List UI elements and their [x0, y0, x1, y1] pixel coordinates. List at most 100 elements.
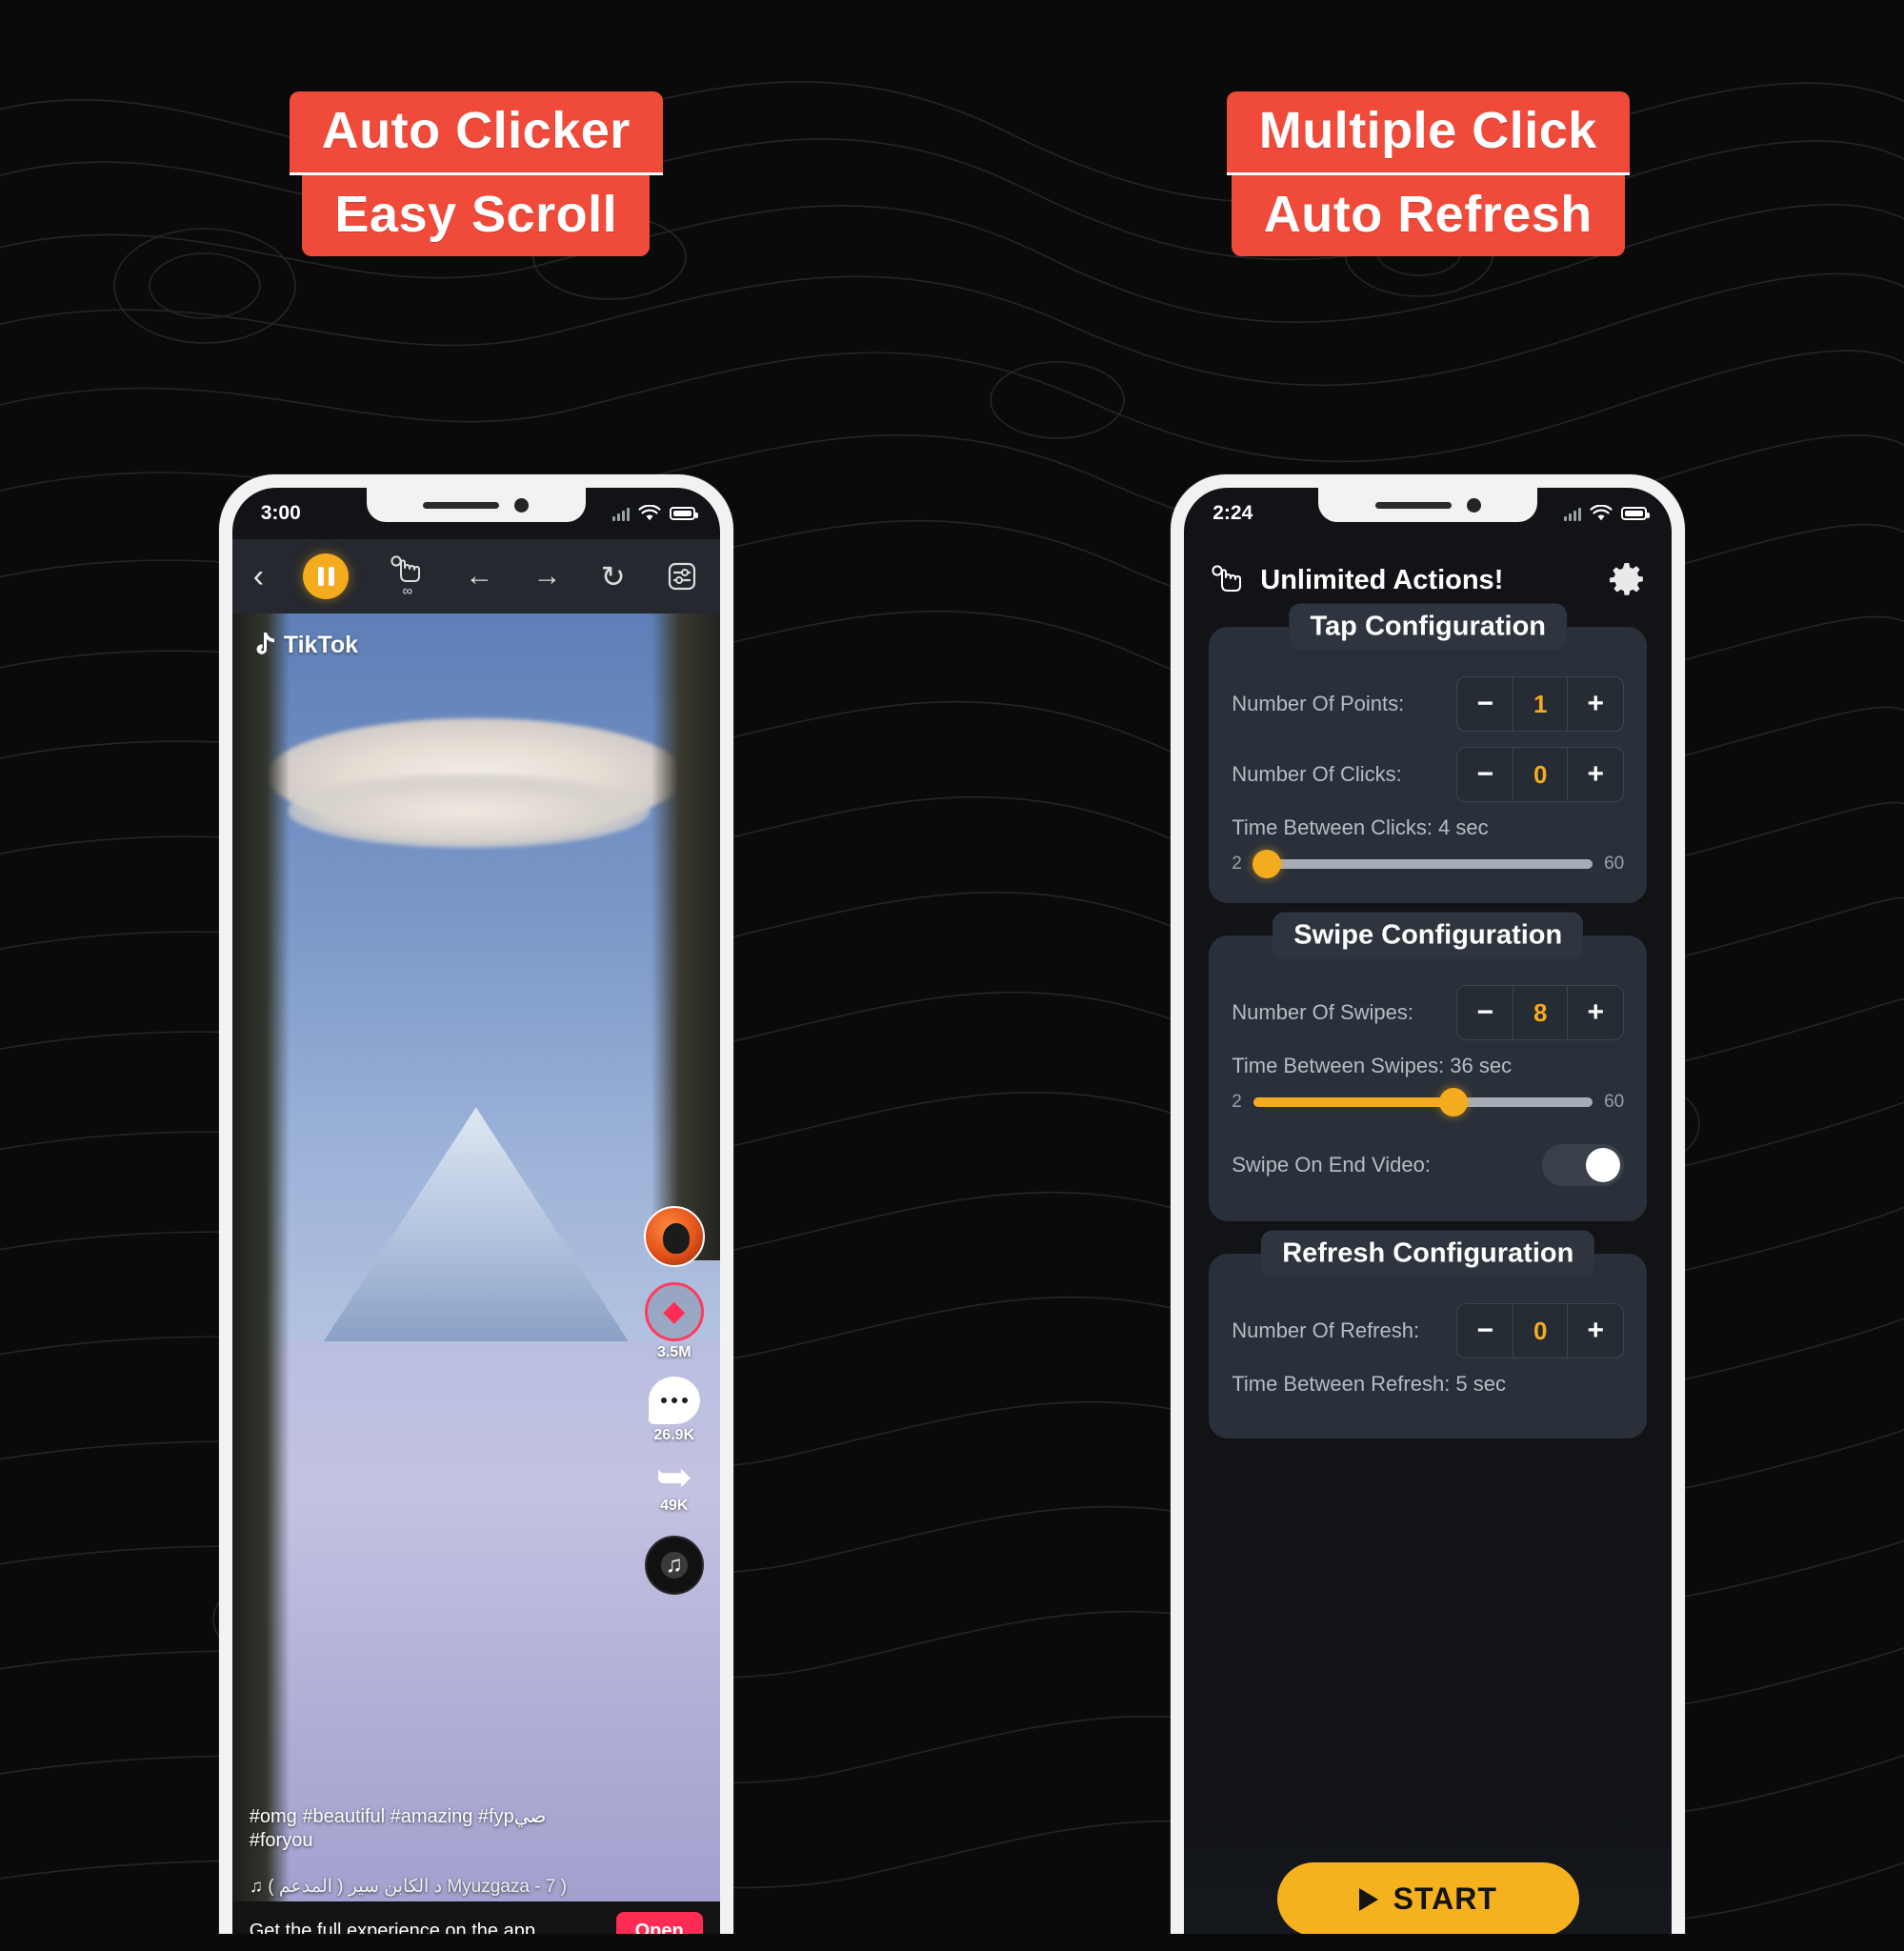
- comment-count: 26.9K: [653, 1427, 695, 1444]
- right-panel-inner: Multiple Click Auto Refresh 2:24 Unlimit…: [973, 17, 1884, 1934]
- slider-knob[interactable]: [1253, 850, 1282, 878]
- share-action[interactable]: ➥ 49K: [655, 1452, 693, 1515]
- right-headline-line2: Auto Refresh: [1231, 175, 1625, 257]
- slider-row: 2 60: [1232, 850, 1625, 878]
- stepper-number-of-swipes: − 8 +: [1456, 985, 1625, 1040]
- stepper-plus-button[interactable]: +: [1568, 986, 1623, 1039]
- share-count: 49K: [660, 1497, 689, 1514]
- stepper-plus-button[interactable]: +: [1568, 677, 1623, 731]
- browser-forward-arrow-icon[interactable]: →: [533, 562, 562, 591]
- slider-time-between-refresh: Time Between Refresh: 5 sec: [1232, 1372, 1624, 1397]
- hand-tap-glyph: [391, 554, 421, 582]
- auto-scroll-hand-icon[interactable]: ∞: [388, 554, 426, 599]
- open-button[interactable]: Open: [615, 1911, 703, 1934]
- signal-icon: [1564, 507, 1582, 521]
- pause-bar-right: [328, 567, 334, 586]
- stepper-minus-button[interactable]: −: [1457, 986, 1513, 1039]
- app-title-group: Unlimited Actions!: [1209, 564, 1503, 596]
- row-number-of-points: Number Of Points: − 1 +: [1232, 676, 1625, 732]
- browser-reload-icon[interactable]: ↻: [601, 562, 626, 592]
- row-label-number-of-swipes: Number Of Swipes:: [1232, 1000, 1413, 1024]
- stepper-minus-button[interactable]: −: [1457, 677, 1513, 731]
- phone-notch: [366, 488, 586, 522]
- left-phone-frame: 3:00 ‹ ∞ ← → ↻ TikTok ◆ 3.5M 26.9K ➥ 49K…: [218, 474, 733, 1934]
- toggle-knob: [1586, 1148, 1621, 1182]
- signal-icon: [611, 507, 630, 521]
- left-headline: Auto Clicker Easy Scroll: [21, 91, 932, 257]
- slider-track[interactable]: [1253, 1088, 1593, 1116]
- slider-time-between-swipes: Time Between Swipes: 36 sec 2 60: [1232, 1054, 1625, 1116]
- share-icon: ➥: [655, 1452, 693, 1502]
- stepper-value: 0: [1513, 748, 1569, 801]
- avatar[interactable]: [643, 1206, 705, 1268]
- stepper-value: 8: [1513, 986, 1569, 1039]
- right-panel: Multiple Click Auto Refresh 2:24 Unlimit…: [952, 0, 1904, 1951]
- sliders-icon[interactable]: [665, 559, 699, 593]
- music-note-icon: [256, 633, 274, 654]
- phone-notch: [1318, 488, 1538, 522]
- video-cliff-right: [651, 613, 720, 1260]
- slider-track[interactable]: [1253, 850, 1593, 878]
- left-phone-screen: 3:00 ‹ ∞ ← → ↻ TikTok ◆ 3.5M 26.9K ➥ 49K…: [231, 488, 720, 1934]
- slider-max-label: 60: [1604, 1092, 1625, 1112]
- front-camera: [1466, 497, 1481, 513]
- left-status-time: 3:00: [260, 502, 301, 524]
- stepper-number-of-points: − 1 +: [1456, 676, 1625, 732]
- left-panel: Auto Clicker Easy Scroll 3:00 ‹ ∞ ← → ↻ …: [0, 0, 952, 1951]
- earpiece-speaker: [423, 501, 500, 509]
- tiktok-brand-logo: TikTok: [251, 631, 358, 659]
- slider-knob[interactable]: [1439, 1088, 1469, 1116]
- start-button-label: START: [1393, 1881, 1497, 1916]
- comment-icon: [648, 1377, 700, 1425]
- slider-row: 2 60: [1232, 1088, 1625, 1116]
- like-action[interactable]: ◆ 3.5M: [644, 1282, 704, 1361]
- stepper-value: 0: [1513, 1304, 1569, 1358]
- left-headline-line1: Auto Clicker: [289, 91, 663, 176]
- gear-icon[interactable]: [1607, 560, 1647, 600]
- slider-max-label: 60: [1604, 854, 1625, 874]
- play-icon: [1358, 1887, 1378, 1911]
- video-cliff-left: [231, 613, 290, 1934]
- row-number-of-refresh: Number Of Refresh: − 0 +: [1232, 1303, 1625, 1358]
- slider-label-time-between-refresh: Time Between Refresh: 5 sec: [1232, 1372, 1507, 1396]
- hand-tap-icon: [1212, 565, 1242, 592]
- browser-back-arrow-icon[interactable]: ←: [465, 562, 493, 591]
- right-status-time: 2:24: [1213, 502, 1253, 524]
- start-button[interactable]: START: [1276, 1862, 1579, 1934]
- tiktok-video-view[interactable]: TikTok ◆ 3.5M 26.9K ➥ 49K ♫ #omg #beauti…: [231, 613, 720, 1934]
- comment-action[interactable]: 26.9K: [648, 1377, 700, 1444]
- front-camera: [514, 497, 530, 513]
- toggle-swipe-on-end-video[interactable]: [1542, 1144, 1625, 1186]
- right-headline-line1: Multiple Click: [1226, 91, 1630, 176]
- battery-icon: [1621, 507, 1651, 520]
- earpiece-speaker: [1374, 501, 1452, 509]
- stepper-value: 1: [1513, 677, 1569, 731]
- stepper-plus-button[interactable]: +: [1568, 748, 1623, 801]
- row-label-number-of-points: Number Of Points:: [1232, 692, 1405, 715]
- battery-icon: [669, 507, 698, 520]
- slider-min-label: 2: [1232, 1092, 1242, 1112]
- pause-button[interactable]: [303, 553, 350, 599]
- music-disc-icon[interactable]: ♫: [644, 1535, 704, 1595]
- sliders-glyph: [668, 562, 695, 591]
- stepper-plus-button[interactable]: +: [1568, 1304, 1623, 1358]
- back-chevron-icon[interactable]: ‹: [253, 560, 264, 593]
- slider-fill: [1253, 1097, 1454, 1107]
- wifi-icon: [638, 505, 661, 521]
- tiktok-action-rail: ◆ 3.5M 26.9K ➥ 49K ♫: [643, 1206, 705, 1595]
- stepper-minus-button[interactable]: −: [1457, 1304, 1513, 1358]
- app-title-label: Unlimited Actions!: [1260, 564, 1504, 595]
- row-number-of-clicks: Number Of Clicks: − 0 +: [1232, 747, 1625, 802]
- pause-bar-left: [317, 567, 324, 586]
- row-label-number-of-refresh: Number Of Refresh:: [1232, 1318, 1420, 1342]
- card-title-swipe: Swipe Configuration: [1273, 912, 1584, 959]
- right-phone-screen: 2:24 Unlimited Actions! Tap Configuratio…: [1184, 488, 1673, 1934]
- video-music-ticker: ♫ د الكابن سير ( المدعم ) Myuzgaza - 7 ): [249, 1877, 567, 1897]
- stepper-minus-button[interactable]: −: [1457, 748, 1513, 801]
- left-status-icons: [611, 505, 698, 522]
- slider-time-between-clicks: Time Between Clicks: 4 sec 2 60: [1232, 815, 1625, 878]
- row-label-number-of-clicks: Number Of Clicks:: [1232, 762, 1402, 786]
- slider-min-label: 2: [1232, 854, 1242, 874]
- right-status-icons: [1564, 505, 1651, 522]
- left-headline-line2: Easy Scroll: [302, 175, 651, 257]
